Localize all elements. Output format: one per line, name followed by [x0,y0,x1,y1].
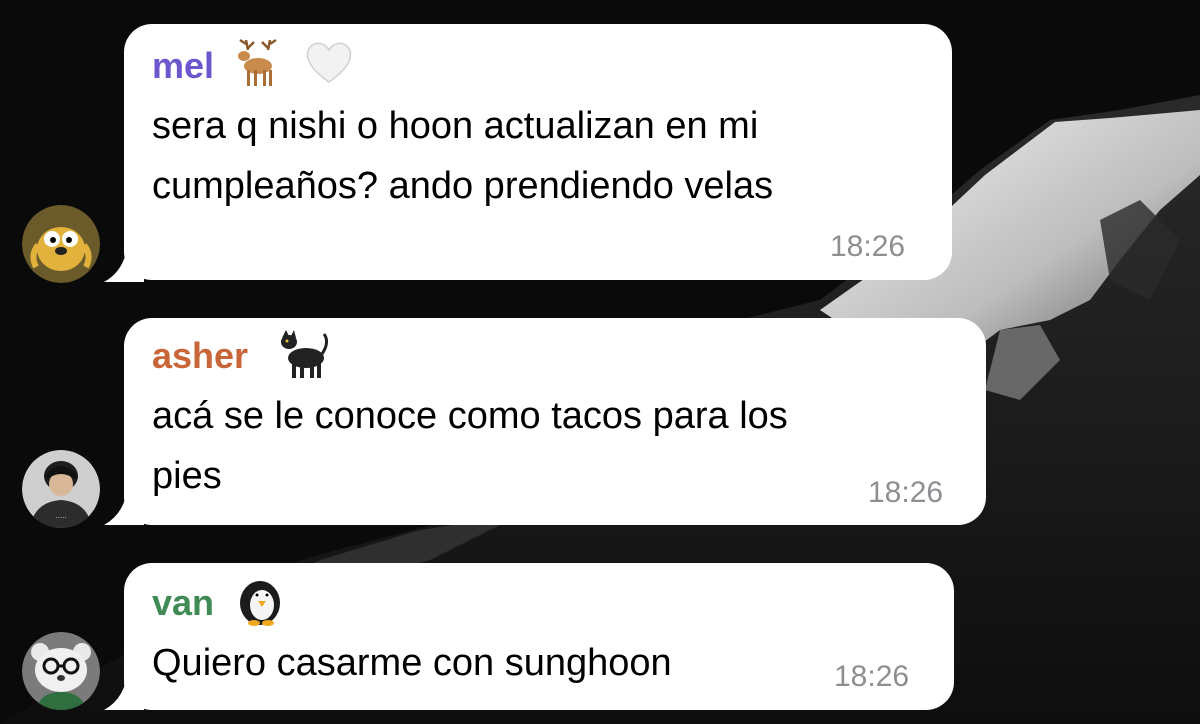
message-bubble[interactable]: mel sera q nishi o hoon actualizan en mi… [124,24,952,280]
message-text-line: pies [152,455,222,497]
message-bubble[interactable]: van Quiero casarme con sunghoon 18:26 [124,563,954,710]
jake-dog-avatar[interactable] [22,205,100,283]
message-bubble[interactable]: asher acá se le conoce como tacos para l… [124,318,986,525]
black-cat-icon [276,328,330,387]
bear-glasses-avatar[interactable] [22,632,100,710]
svg-text:·····: ····· [55,514,66,522]
person-avatar[interactable]: ····· [22,450,100,528]
message-text-line: cumpleaños? ando prendiendo velas [152,165,774,207]
message-time: 18:26 [830,230,906,263]
message-text-line: sera q nishi o hoon actualizan en mi [152,105,759,147]
white-heart-icon [304,38,354,91]
sender-name[interactable]: mel [152,46,214,86]
message-text-line: Quiero casarme con sunghoon [152,642,672,684]
message-time: 18:26 [834,660,910,693]
sender-name[interactable]: van [152,583,214,623]
sender-name[interactable]: asher [152,336,248,376]
message-time: 18:26 [868,476,944,509]
deer-icon [232,38,286,95]
penguin-icon [234,577,286,632]
message-text-line: acá se le conoce como tacos para los [152,395,788,437]
